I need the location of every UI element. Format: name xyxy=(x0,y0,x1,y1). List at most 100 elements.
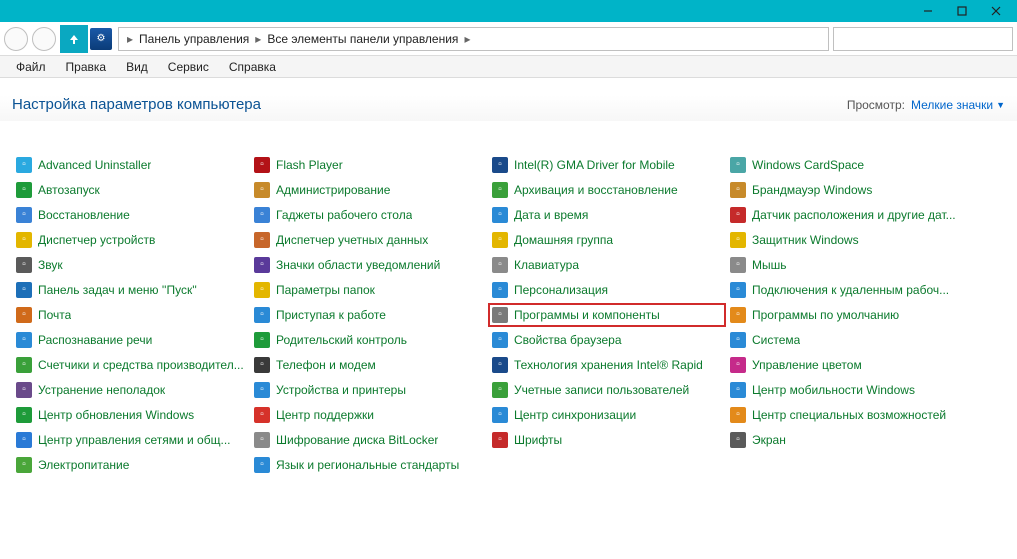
maximize-button[interactable] xyxy=(945,1,979,21)
parent-icon: ▫ xyxy=(254,332,270,348)
breadcrumb-item[interactable]: Все элементы панели управления xyxy=(263,32,462,46)
cp-item-font[interactable]: ▫Шрифты xyxy=(488,428,726,452)
cp-item-person[interactable]: ▫Персонализация xyxy=(488,278,726,302)
cp-item-system[interactable]: ▫Система xyxy=(726,328,964,352)
close-button[interactable] xyxy=(979,1,1013,21)
cp-item-taskbar[interactable]: ▫Панель задач и меню ''Пуск'' xyxy=(12,278,250,302)
up-button[interactable] xyxy=(60,25,88,53)
pci-icon: ▫ xyxy=(16,232,32,248)
cp-item-browser[interactable]: ▫Свойства браузера xyxy=(488,328,726,352)
cp-item-users[interactable]: ▫Учетные записи пользователей xyxy=(488,378,726,402)
cp-item-sensor[interactable]: ▫Датчик расположения и другие дат... xyxy=(726,203,964,227)
cp-item-mobility[interactable]: ▫Центр мобильности Windows xyxy=(726,378,964,402)
cp-item-label: Центр управления сетями и общ... xyxy=(38,433,230,447)
minimize-button[interactable] xyxy=(911,1,945,21)
cp-item-label: Система xyxy=(752,333,800,347)
breadcrumb[interactable]: ▸ Панель управления ▸ Все элементы панел… xyxy=(118,27,829,51)
cp-item-color[interactable]: ▫Управление цветом xyxy=(726,353,964,377)
cp-item-ease[interactable]: ▫Центр специальных возможностей xyxy=(726,403,964,427)
breadcrumb-item[interactable]: Панель управления xyxy=(135,32,253,46)
cp-item-label: Подключения к удаленным рабоч... xyxy=(752,283,949,297)
home-icon: ▫ xyxy=(492,232,508,248)
cp-item-label: Администрирование xyxy=(276,183,390,197)
cp-item-phone[interactable]: ▫Телефон и модем xyxy=(250,353,488,377)
phone-icon: ▫ xyxy=(254,357,270,373)
ease-icon: ▫ xyxy=(730,407,746,423)
update-icon: ▫ xyxy=(16,407,32,423)
cp-item-sync[interactable]: ▫ Центр синхронизации xyxy=(488,403,726,427)
cp-item-mouse[interactable]: ▫Мышь xyxy=(726,253,964,277)
cp-item-label: Гаджеты рабочего стола xyxy=(276,208,412,222)
cp-item-label: Центр синхронизации xyxy=(514,408,636,422)
cp-item-parent[interactable]: ▫Родительский контроль xyxy=(250,328,488,352)
gauge-icon: ▫ xyxy=(16,357,32,373)
cp-item-label: Архивация и восстановление xyxy=(514,183,678,197)
cp-item-start[interactable]: ▫Приступая к работе xyxy=(250,303,488,327)
cp-item-tools[interactable]: ▫Устранение неполадок xyxy=(12,378,250,402)
cp-item-label: Дата и время xyxy=(514,208,588,222)
cp-item-programs[interactable]: ▫Программы и компоненты xyxy=(488,303,726,327)
items-grid: ▫Advanced Uninstaller▫Автозапуск▫Восстан… xyxy=(0,121,1017,485)
folder-icon: ▫ xyxy=(254,282,270,298)
cp-item-play[interactable]: ▫Автозапуск xyxy=(12,178,250,202)
menu-tools[interactable]: Сервис xyxy=(158,58,219,76)
cp-item-undo[interactable]: ▫Восстановление xyxy=(12,203,250,227)
menu-file[interactable]: Файл xyxy=(6,58,56,76)
cp-item-label: Распознавание речи xyxy=(38,333,152,347)
undo-icon: ▫ xyxy=(16,207,32,223)
cp-item-speaker[interactable]: ▫Звук xyxy=(12,253,250,277)
cp-item-gadget[interactable]: ▫Гаджеты рабочего стола xyxy=(250,203,488,227)
cp-item-label: Брандмауэр Windows xyxy=(752,183,872,197)
chevron-right-icon: ▸ xyxy=(125,32,135,46)
cp-item-label: Технология хранения Intel® Rapid xyxy=(514,358,703,372)
cp-item-rdp[interactable]: ▫Подключения к удаленным рабоч... xyxy=(726,278,964,302)
cp-item-backup[interactable]: ▫Архивация и восстановление xyxy=(488,178,726,202)
forward-button[interactable] xyxy=(32,27,56,51)
cp-item-pci[interactable]: ▫Диспетчер устройств xyxy=(12,228,250,252)
cp-item-trash[interactable]: ▫Advanced Uninstaller xyxy=(12,153,250,177)
menubar: Файл Правка Вид Сервис Справка xyxy=(0,56,1017,78)
view-selector: Просмотр: Мелкие значки ▼ xyxy=(847,98,1005,112)
cp-item-defender[interactable]: ▫Защитник Windows xyxy=(726,228,964,252)
card-icon: ▫ xyxy=(730,157,746,173)
cp-item-power[interactable]: ▫Электропитание xyxy=(12,453,250,477)
tools-icon: ▫ xyxy=(16,382,32,398)
search-input[interactable] xyxy=(833,27,1013,51)
printer-icon: ▫ xyxy=(254,382,270,398)
cp-item-mail[interactable]: ▫Почта xyxy=(12,303,250,327)
cp-item-display[interactable]: ▫Экран xyxy=(726,428,964,452)
menu-help[interactable]: Справка xyxy=(219,58,286,76)
cp-item-support[interactable]: ▫Центр поддержки xyxy=(250,403,488,427)
cp-item-clock[interactable]: ▫Дата и время xyxy=(488,203,726,227)
cp-item-gauge[interactable]: ▫Счетчики и средства производител... xyxy=(12,353,250,377)
cp-item-folder[interactable]: ▫Параметры папок xyxy=(250,278,488,302)
cp-item-network[interactable]: ▫Центр управления сетями и общ... xyxy=(12,428,250,452)
cp-item-printer[interactable]: ▫Устройства и принтеры xyxy=(250,378,488,402)
cp-item-label: Клавиатура xyxy=(514,258,579,272)
color-icon: ▫ xyxy=(730,357,746,373)
cp-item-flash[interactable]: ▫Flash Player xyxy=(250,153,488,177)
cp-item-rapid[interactable]: ▫Технология хранения Intel® Rapid xyxy=(488,353,726,377)
taskbar-icon: ▫ xyxy=(16,282,32,298)
cp-item-cred[interactable]: ▫Диспетчер учетных данных xyxy=(250,228,488,252)
cp-item-globe[interactable]: ▫Язык и региональные стандарты xyxy=(250,453,488,477)
cp-item-update[interactable]: ▫Центр обновления Windows xyxy=(12,403,250,427)
cp-item-kbd[interactable]: ▫Клавиатура xyxy=(488,253,726,277)
cp-item-tray[interactable]: ▫Значки области уведомлений xyxy=(250,253,488,277)
page-header: Настройка параметров компьютера Просмотр… xyxy=(0,78,1017,121)
cp-item-card[interactable]: ▫Windows CardSpace xyxy=(726,153,964,177)
cp-item-home[interactable]: ▫Домашняя группа xyxy=(488,228,726,252)
cp-item-label: Центр поддержки xyxy=(276,408,374,422)
person-icon: ▫ xyxy=(492,282,508,298)
back-button[interactable] xyxy=(4,27,28,51)
sync-icon: ▫ xyxy=(492,407,508,423)
cp-item-default[interactable]: ▫Программы по умолчанию xyxy=(726,303,964,327)
cp-item-admin[interactable]: ▫Администрирование xyxy=(250,178,488,202)
menu-edit[interactable]: Правка xyxy=(56,58,117,76)
cp-item-mic[interactable]: ▫Распознавание речи xyxy=(12,328,250,352)
view-dropdown[interactable]: Мелкие значки ▼ xyxy=(911,98,1005,112)
cp-item-fw[interactable]: ▫Брандмауэр Windows xyxy=(726,178,964,202)
cp-item-intel[interactable]: ▫Intel(R) GMA Driver for Mobile xyxy=(488,153,726,177)
cp-item-bitlocker[interactable]: ▫Шифрование диска BitLocker xyxy=(250,428,488,452)
menu-view[interactable]: Вид xyxy=(116,58,158,76)
